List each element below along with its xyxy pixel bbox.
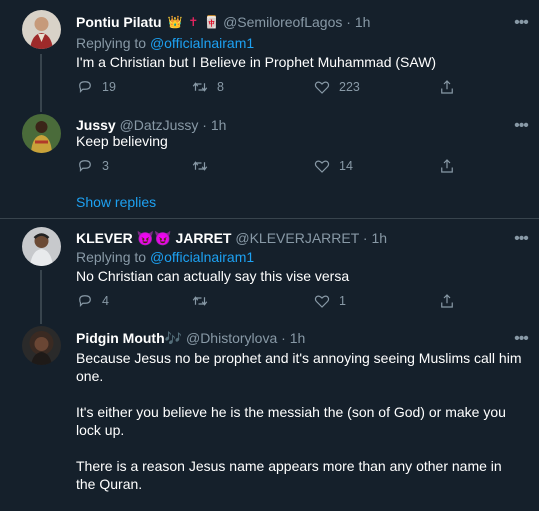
tweet-text: I'm a Christian but I Believe in Prophet… [76, 54, 437, 70]
tweet-text: Keep believing [76, 133, 168, 149]
devil-emoji: 😈😈 [136, 230, 172, 246]
timestamp[interactable]: 1h [371, 230, 387, 246]
tweet-paragraph: It's either you believe he is the messia… [76, 404, 506, 438]
tweet-paragraph: There is a reason Jesus name appears mor… [76, 458, 502, 492]
crown-emoji: 👑 [167, 15, 183, 29]
thread-line [40, 54, 42, 108]
like-count: 1 [339, 294, 346, 308]
handle[interactable]: @Dhistorylova [186, 330, 277, 346]
timestamp[interactable]: 1h [355, 14, 371, 30]
tweet-text: No Christian can actually say this vise … [76, 268, 350, 284]
replying-prefix: Replying to [76, 249, 147, 265]
replying-to: Replying to @officialnairam1 [76, 35, 254, 51]
separator-dot: · [281, 330, 286, 346]
retweet-button[interactable] [191, 156, 217, 176]
display-name-part2[interactable]: JARRET [175, 230, 231, 246]
tweet-actions: 19 8 223 [76, 77, 476, 97]
more-icon[interactable]: ••• [511, 14, 531, 31]
tweet-actions: 4 1 [76, 291, 476, 311]
retweet-count: 8 [217, 80, 224, 94]
share-icon [441, 159, 453, 173]
reply-icon [79, 160, 91, 172]
tweet-actions: 3 14 [76, 156, 476, 176]
reply-count: 4 [102, 294, 109, 308]
like-count: 223 [339, 80, 360, 94]
like-button[interactable]: 223 [313, 77, 360, 97]
reply-icon [79, 295, 91, 307]
music-notes-emoji: 🎶 [164, 330, 183, 346]
tweet-klever[interactable]: KLEVER 😈😈 JARRET @KLEVERJARRET · 1h ••• … [0, 219, 539, 319]
like-icon [314, 81, 330, 94]
handle[interactable]: @SemiloreofLagos [223, 14, 342, 30]
replying-to-link[interactable]: @officialnairam1 [150, 249, 254, 265]
retweet-icon [192, 82, 208, 92]
separator-dot: · [346, 14, 351, 30]
share-icon [441, 294, 453, 308]
tweet-text: Because Jesus no be prophet and it's ann… [76, 349, 526, 511]
reply-count: 3 [102, 159, 109, 173]
more-icon[interactable]: ••• [511, 117, 531, 134]
like-button[interactable]: 14 [313, 156, 353, 176]
retweet-button[interactable]: 8 [191, 77, 224, 97]
avatar[interactable] [22, 114, 61, 153]
tile-emoji: 🀄 [204, 15, 220, 29]
avatar[interactable] [22, 227, 61, 266]
replying-to-link[interactable]: @officialnairam1 [150, 35, 254, 51]
share-button[interactable] [438, 156, 464, 176]
avatar[interactable] [22, 326, 61, 365]
share-button[interactable] [438, 77, 464, 97]
tweet-pontiu[interactable]: Pontiu Pilatu 👑 ✝ 🀄 @SemiloreofLagos · 1… [0, 0, 539, 108]
handle[interactable]: @KLEVERJARRET [235, 230, 359, 246]
like-button[interactable]: 1 [313, 291, 346, 311]
share-icon [441, 80, 453, 94]
retweet-button[interactable] [191, 291, 217, 311]
display-name-part1[interactable]: KLEVER [76, 230, 133, 246]
thread-line [40, 108, 42, 112]
handle[interactable]: @DatzJussy [120, 117, 199, 133]
timestamp[interactable]: 1h [211, 117, 227, 133]
like-icon [314, 295, 330, 308]
tweet-jussy[interactable]: Jussy @DatzJussy · 1h ••• Keep believing… [0, 108, 539, 216]
share-button[interactable] [438, 291, 464, 311]
reply-count: 19 [102, 80, 116, 94]
replying-prefix: Replying to [76, 35, 147, 51]
show-replies-link[interactable]: Show replies [76, 194, 156, 210]
avatar[interactable] [22, 10, 61, 49]
cross-emoji: ✝ [188, 15, 199, 29]
reply-button[interactable]: 4 [76, 291, 109, 311]
timestamp[interactable]: 1h [290, 330, 306, 346]
like-count: 14 [339, 159, 353, 173]
reply-button[interactable]: 19 [76, 77, 116, 97]
thread-line [40, 270, 42, 319]
display-name[interactable]: Pidgin Mouth [76, 330, 165, 346]
like-icon [314, 160, 330, 173]
thread-line [40, 319, 42, 324]
separator-dot: · [202, 117, 207, 133]
reply-button[interactable]: 3 [76, 156, 109, 176]
retweet-icon [192, 161, 208, 171]
display-name[interactable]: Jussy [76, 117, 116, 133]
display-name[interactable]: Pontiu Pilatu [76, 14, 162, 30]
tweet-paragraph: Because Jesus no be prophet and it's ann… [76, 350, 522, 384]
replying-to: Replying to @officialnairam1 [76, 249, 254, 265]
reply-icon [79, 81, 91, 93]
separator-dot: · [362, 230, 368, 246]
retweet-icon [192, 296, 208, 306]
more-icon[interactable]: ••• [511, 230, 531, 247]
tweet-pidgin-mouth[interactable]: Pidgin Mouth🎶 @Dhistorylova · 1h ••• Bec… [0, 319, 539, 492]
more-icon[interactable]: ••• [511, 330, 531, 347]
